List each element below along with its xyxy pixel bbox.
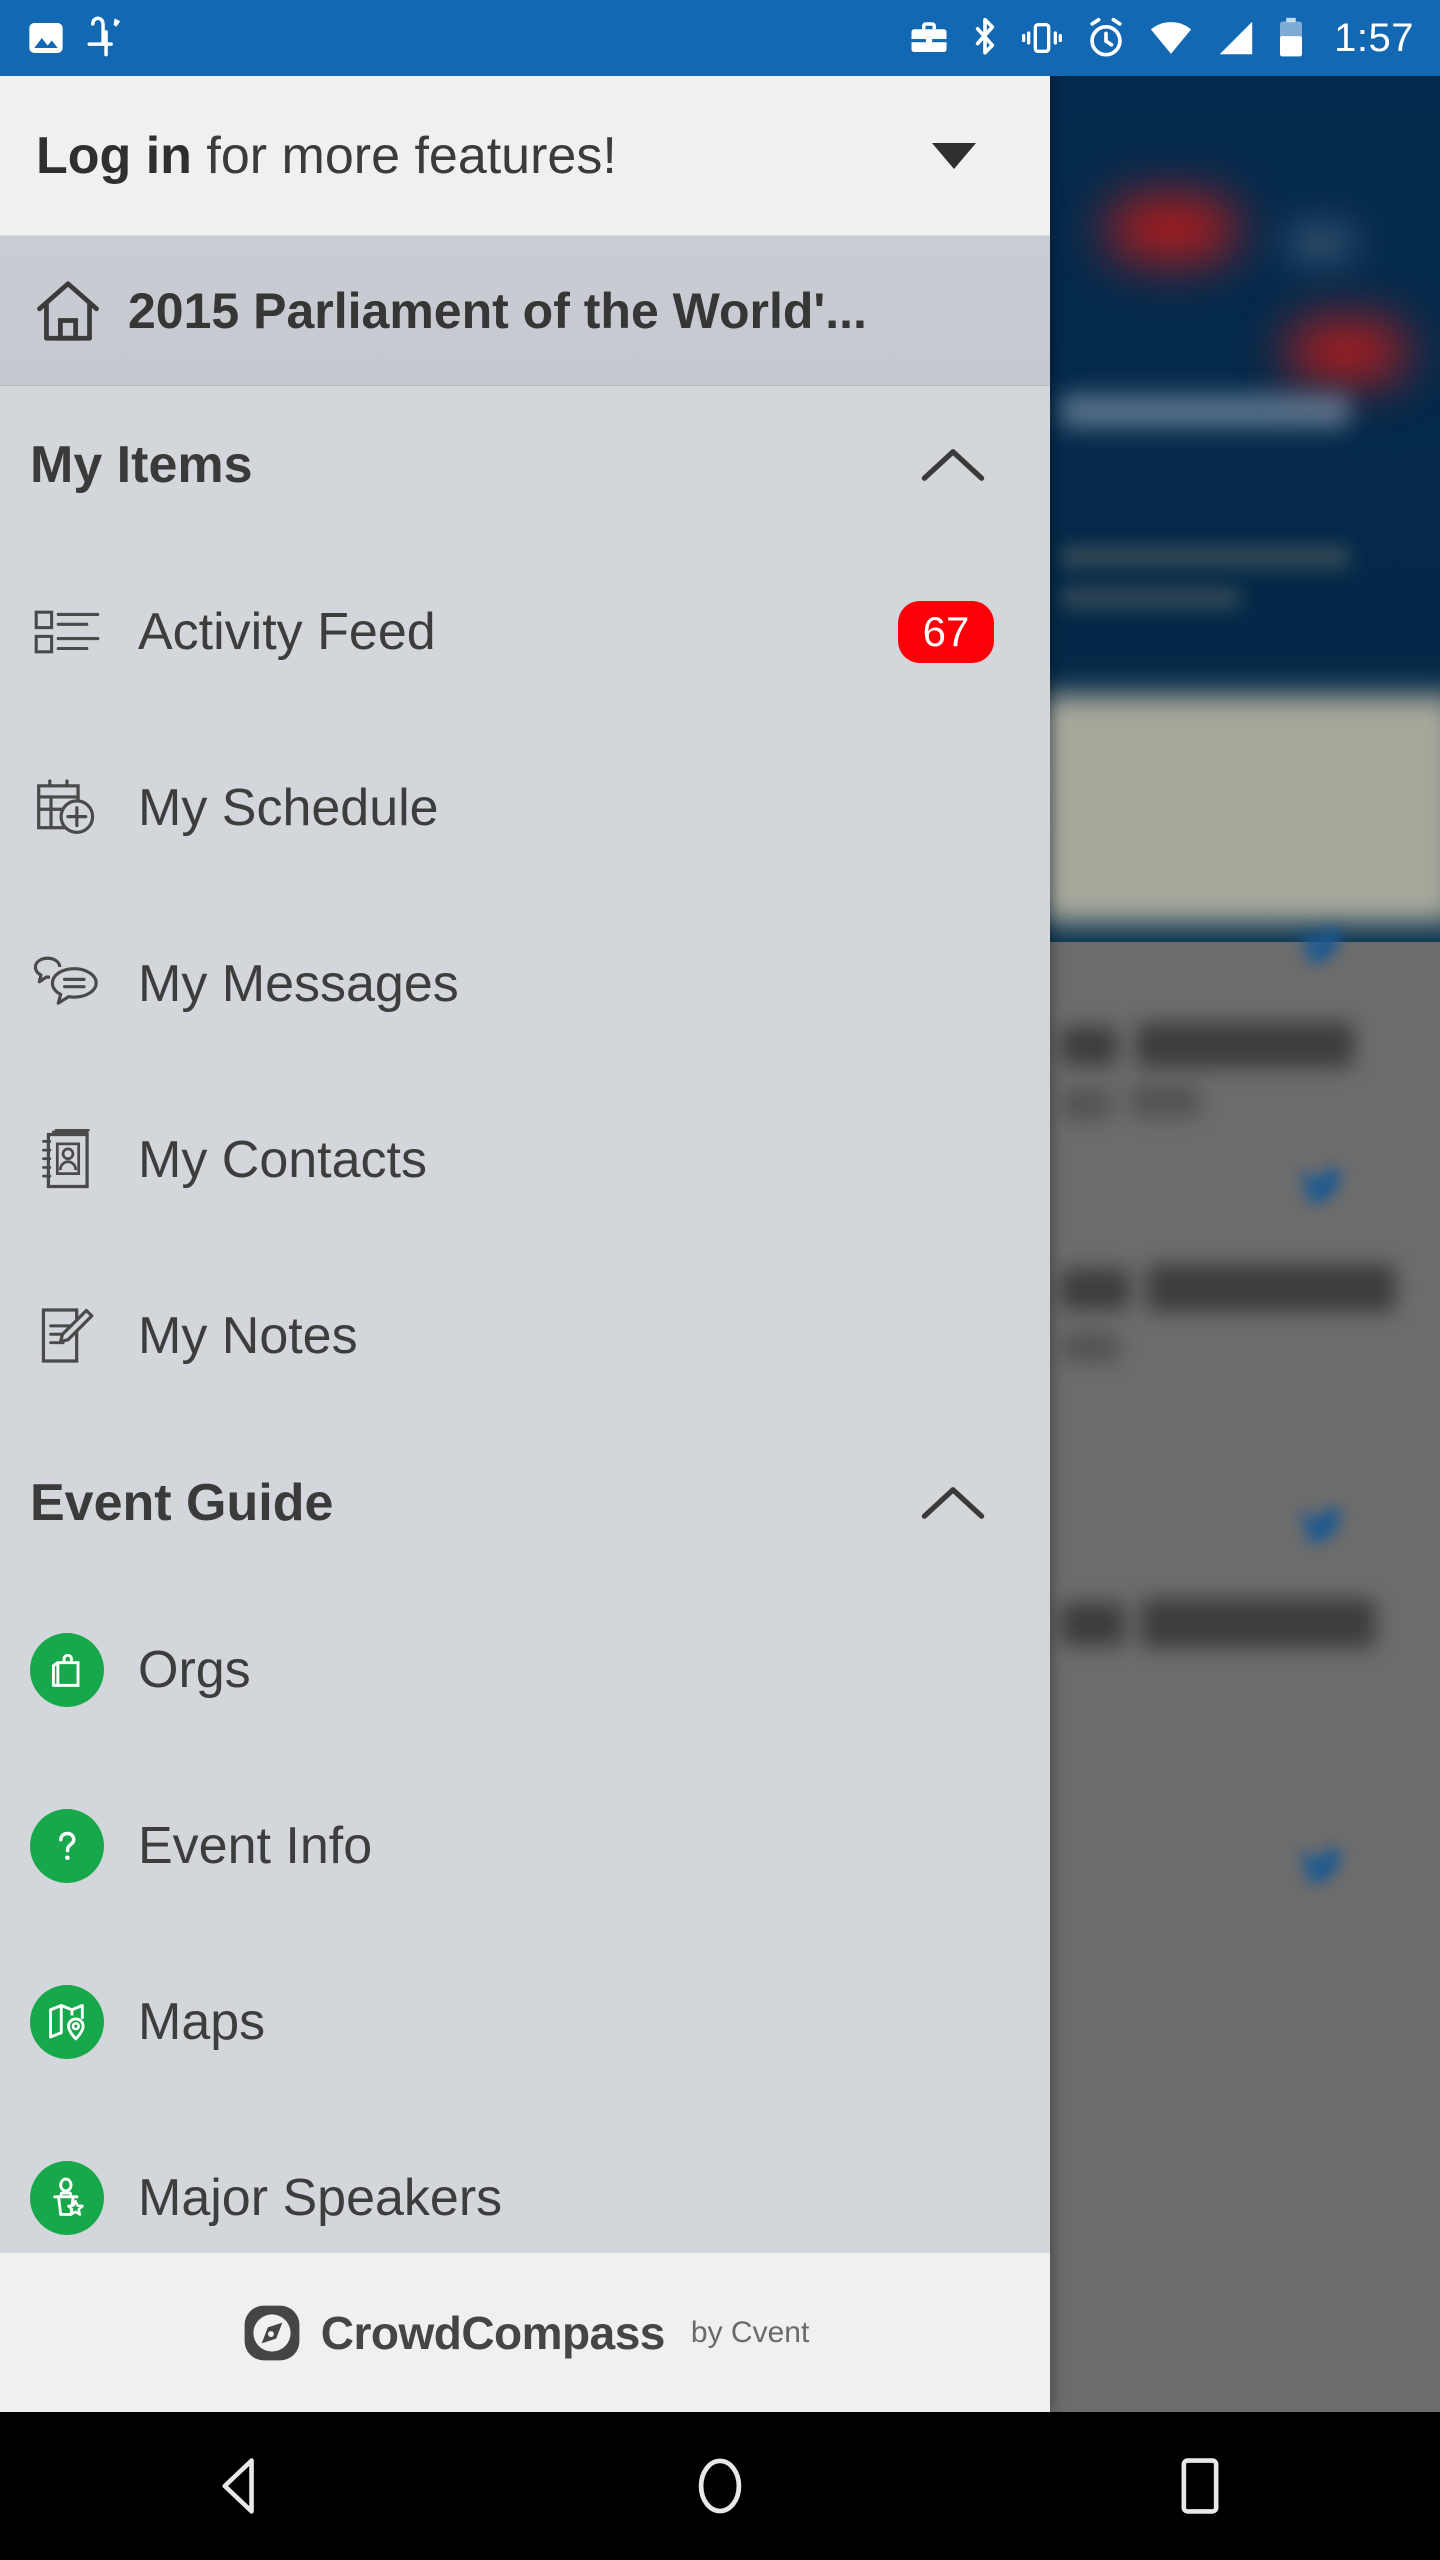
- menu-item-label: Activity Feed: [138, 603, 436, 661]
- note-pencil-icon: [30, 1305, 104, 1367]
- map-pin-icon: [30, 1985, 104, 2059]
- status-bar-left-icons: [26, 15, 126, 61]
- section-title: My Items: [30, 436, 253, 494]
- drawer-footer: CrowdCompass by Cvent: [0, 2252, 1050, 2412]
- chevron-up-icon[interactable]: [920, 1483, 986, 1523]
- status-bar-clock: 1:57: [1334, 15, 1414, 60]
- section-header-event-guide[interactable]: Event Guide: [0, 1424, 1050, 1582]
- nav-back-button[interactable]: [0, 2456, 480, 2516]
- menu-item-label: My Notes: [138, 1307, 358, 1365]
- background-red-badge: [1108, 198, 1236, 260]
- section-header-my-items[interactable]: My Items: [0, 386, 1050, 544]
- navigation-drawer: Log in for more features! 2015 Parliamen…: [0, 76, 1050, 2412]
- home-circle-icon: [698, 2458, 742, 2514]
- menu-item-orgs[interactable]: Orgs: [0, 1582, 1050, 1758]
- nav-recents-button[interactable]: [960, 2456, 1440, 2516]
- background-text-blur: [1060, 394, 1350, 428]
- menu-item-my-notes[interactable]: My Notes: [0, 1248, 1050, 1424]
- battery-icon: [1280, 17, 1303, 57]
- brand-byline: by Cvent: [690, 2315, 810, 2349]
- wifi-icon: [1151, 22, 1192, 54]
- recents-square-icon: [1181, 2458, 1219, 2514]
- image-icon: [29, 23, 63, 53]
- section-title: Event Guide: [30, 1474, 334, 1532]
- list-icon: [30, 605, 104, 659]
- menu-item-label: Event Info: [138, 1817, 373, 1875]
- menu-item-maps[interactable]: Maps: [0, 1934, 1050, 2110]
- vibrate-icon: [1022, 23, 1063, 53]
- event-title: 2015 Parliament of the World'...: [128, 282, 867, 339]
- speaker-podium-icon: [30, 2161, 104, 2235]
- login-prompt-row[interactable]: Log in for more features!: [0, 76, 1050, 236]
- twitter-bird-icon: [1300, 1167, 1344, 1204]
- status-bar-right-icons: 1:57: [908, 16, 1414, 61]
- calendar-add-icon: [30, 777, 104, 839]
- menu-item-label: Major Speakers: [138, 2169, 503, 2227]
- menu-item-label: Maps: [138, 1993, 266, 2051]
- android-nav-bar: [0, 2412, 1440, 2560]
- login-prompt-text: Log in for more features!: [36, 126, 617, 186]
- bluetooth-icon: [975, 17, 995, 55]
- status-bar: 1:57: [0, 0, 1440, 76]
- menu-item-label: Orgs: [138, 1641, 251, 1699]
- chevron-down-icon[interactable]: [932, 142, 976, 169]
- briefcase-icon: [911, 22, 947, 52]
- menu-item-label: My Messages: [138, 955, 459, 1013]
- login-bold-text: Log in: [36, 126, 192, 185]
- phone-screen: 1:57 Log in for more features! 2015 Parl…: [0, 0, 1440, 2560]
- background-avatar-blur: [1286, 226, 1356, 260]
- alarm-icon: [1090, 17, 1122, 57]
- background-red-badge: [1288, 322, 1406, 380]
- compass-icon: [244, 2305, 300, 2360]
- menu-item-my-messages[interactable]: My Messages: [0, 896, 1050, 1072]
- signal-icon: [1219, 21, 1253, 55]
- twitter-bird-icon: [1300, 1847, 1344, 1884]
- question-mark-icon: [30, 1809, 104, 1883]
- chevron-up-icon[interactable]: [920, 445, 986, 485]
- address-book-icon: [30, 1129, 104, 1191]
- menu-item-my-contacts[interactable]: My Contacts: [0, 1072, 1050, 1248]
- background-text-blur: [1060, 588, 1240, 608]
- login-rest-text: for more features!: [191, 126, 617, 185]
- nav-home-button[interactable]: [480, 2455, 960, 2517]
- menu-item-label: My Contacts: [138, 1131, 427, 1189]
- jupiter-glyph-icon: [87, 16, 121, 57]
- event-home-row[interactable]: 2015 Parliament of the World'...: [0, 236, 1050, 386]
- twitter-bird-icon: [1300, 1507, 1344, 1544]
- background-card: [1038, 694, 1440, 924]
- brand-name: CrowdCompass: [320, 2306, 666, 2359]
- menu-item-event-info[interactable]: Event Info: [0, 1758, 1050, 1934]
- background-text-blur: [1060, 546, 1350, 568]
- menu-item-label: My Schedule: [138, 779, 439, 837]
- menu-item-activity-feed[interactable]: Activity Feed 67: [0, 544, 1050, 720]
- back-triangle-icon: [222, 2458, 254, 2514]
- home-icon: [37, 280, 99, 341]
- twitter-bird-icon: [1300, 927, 1344, 964]
- unread-badge: 67: [898, 601, 994, 663]
- menu-item-my-schedule[interactable]: My Schedule: [0, 720, 1050, 896]
- chat-bubbles-icon: [30, 956, 104, 1012]
- shopping-bag-icon: [30, 1633, 104, 1707]
